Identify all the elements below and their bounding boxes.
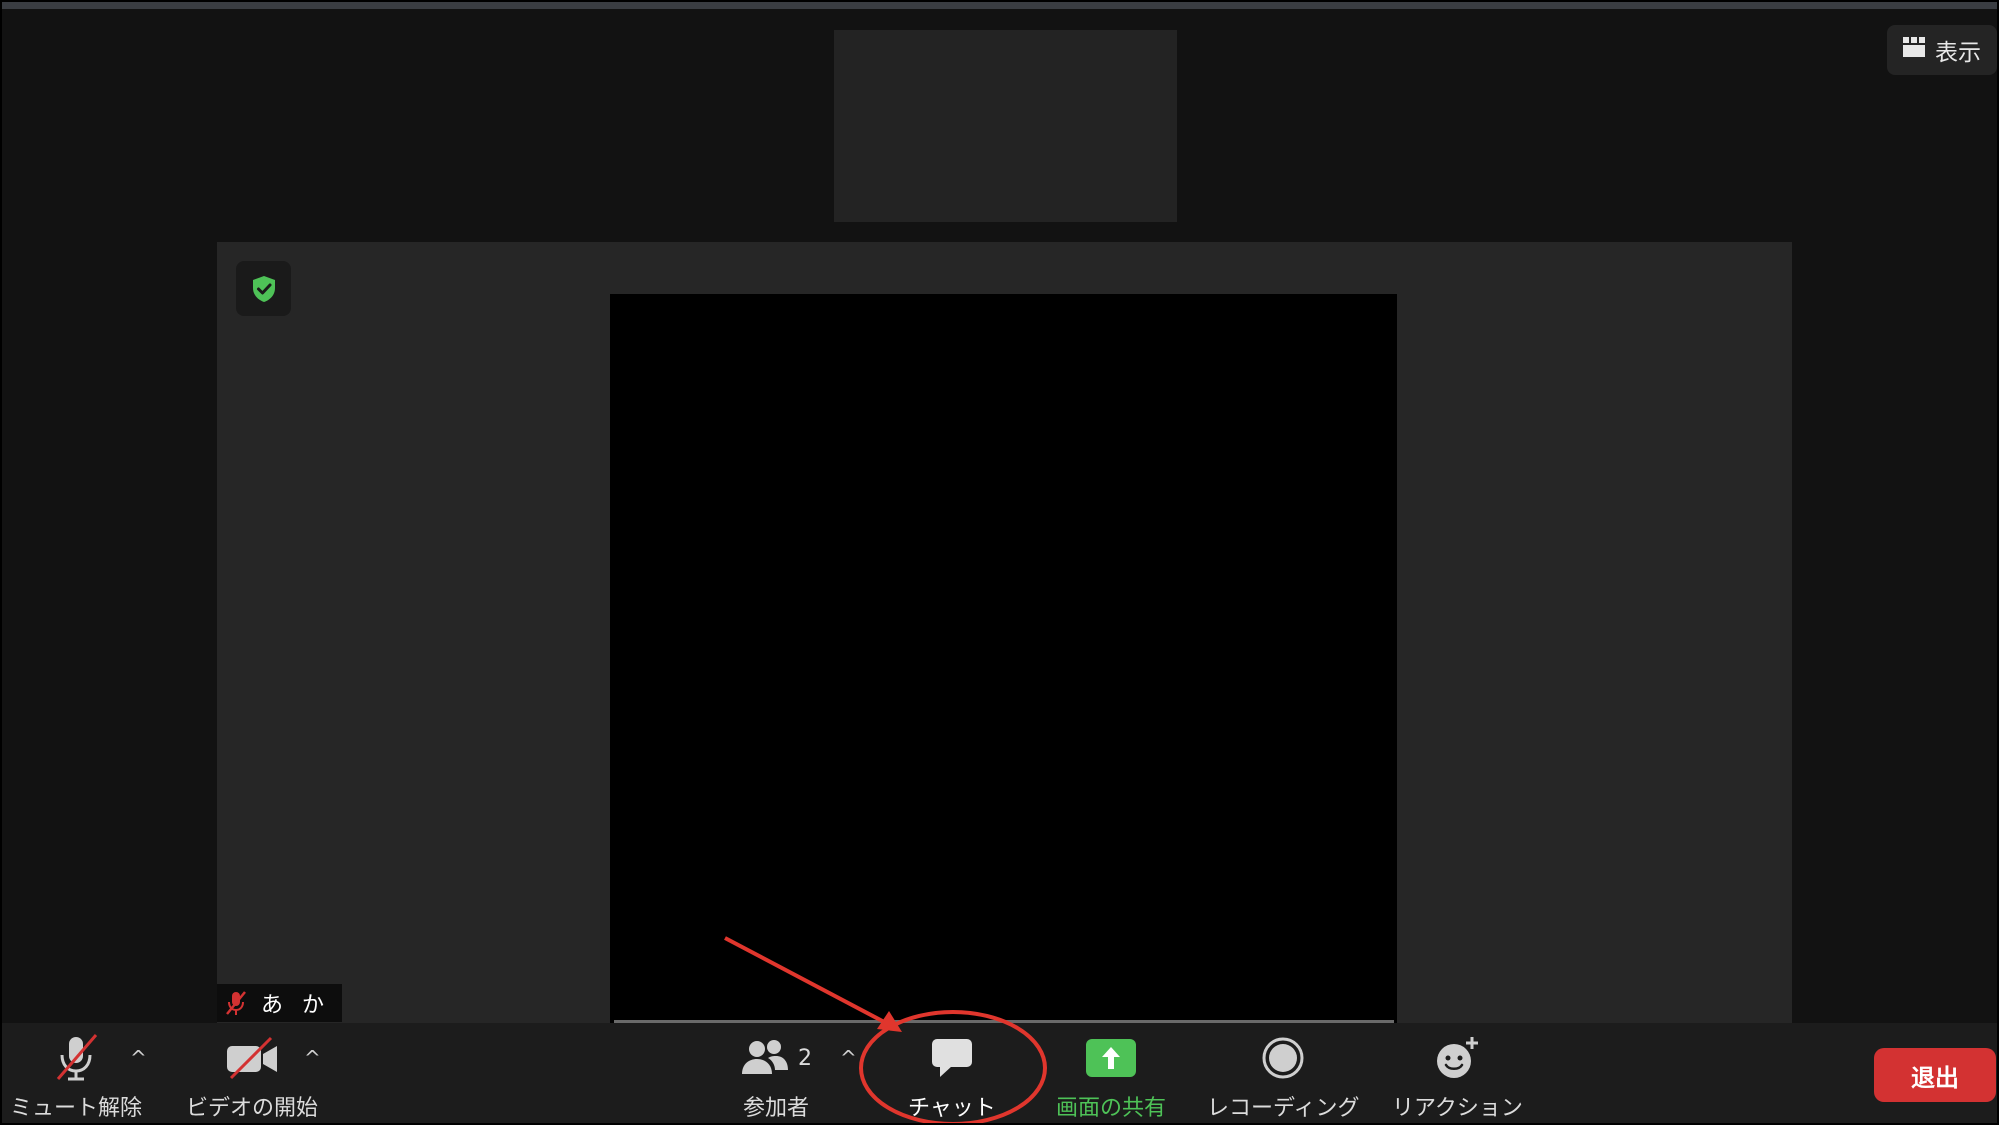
- reactions-button[interactable]: リアクション: [1392, 1032, 1523, 1122]
- view-button[interactable]: 表示: [1887, 25, 1997, 75]
- participants-label: 参加者: [742, 1096, 809, 1121]
- muted-mic-icon: [226, 991, 246, 1015]
- participant-name: あ か: [261, 993, 330, 1018]
- reactions-label: リアクション: [1392, 1096, 1523, 1121]
- unmute-button[interactable]: ミュート解除: [10, 1032, 142, 1122]
- share-screen-icon: [1086, 1039, 1136, 1077]
- view-label: 表示: [1935, 40, 1981, 66]
- shield-check-icon: [252, 275, 275, 302]
- security-badge[interactable]: [236, 261, 291, 316]
- reaction-icon: [1437, 1037, 1479, 1078]
- share-screen-label: 画面の共有: [1056, 1096, 1167, 1121]
- start-video-button[interactable]: ビデオの開始: [186, 1032, 318, 1122]
- chat-button[interactable]: チャット: [908, 1032, 996, 1122]
- recording-label: レコーディング: [1207, 1096, 1360, 1121]
- record-icon: [1262, 1037, 1304, 1079]
- video-options-caret[interactable]: ^: [304, 1046, 321, 1070]
- chat-label: チャット: [908, 1096, 996, 1121]
- participant-video: [610, 294, 1397, 1023]
- self-view-thumbnail[interactable]: [834, 30, 1177, 222]
- participants-options-caret[interactable]: ^: [840, 1046, 857, 1070]
- unmute-label: ミュート解除: [10, 1096, 143, 1121]
- participants-count: 2: [798, 1045, 812, 1071]
- participants-button[interactable]: 2 参加者: [740, 1032, 812, 1122]
- participant-name-tag: あ か: [217, 984, 342, 1022]
- participants-icon: [742, 1040, 788, 1074]
- chat-icon: [931, 1039, 972, 1077]
- share-screen-button[interactable]: 画面の共有: [1056, 1032, 1166, 1122]
- audio-options-caret[interactable]: ^: [130, 1046, 147, 1070]
- recording-button[interactable]: レコーディング: [1207, 1032, 1359, 1122]
- leave-button[interactable]: 退出: [1874, 1048, 1996, 1102]
- window-top-strip: [0, 0, 1999, 9]
- muted-mic-icon: [56, 1034, 98, 1081]
- grid-icon: [1903, 37, 1925, 63]
- start-video-label: ビデオの開始: [186, 1096, 319, 1121]
- video-off-icon: [227, 1036, 277, 1080]
